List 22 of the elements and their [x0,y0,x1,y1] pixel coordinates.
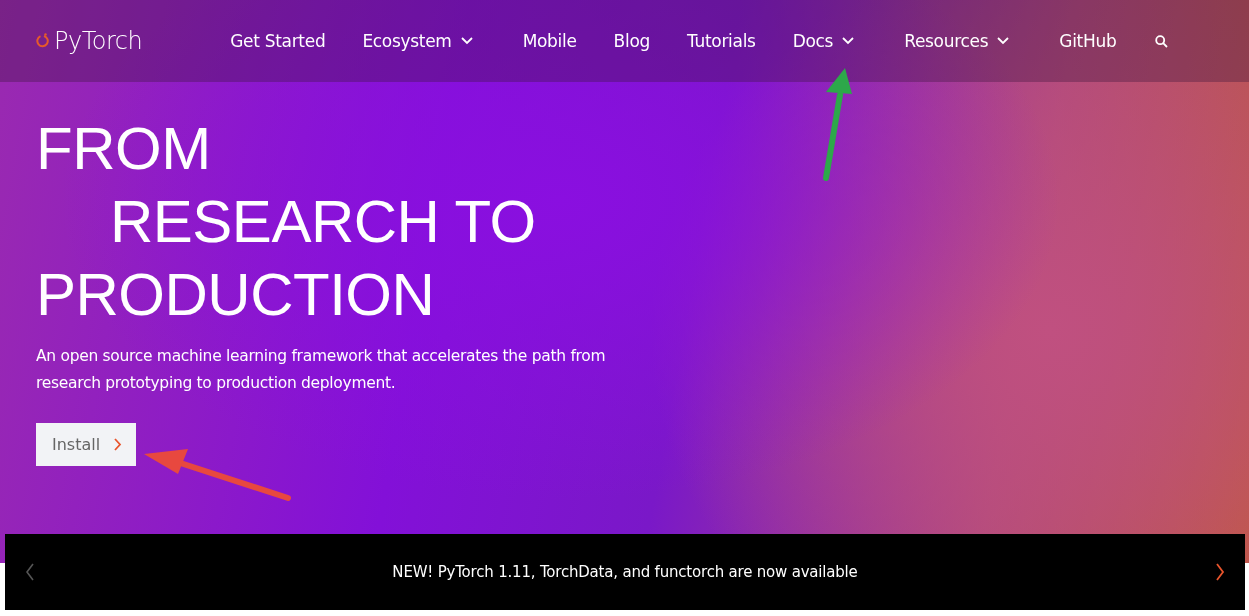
caret-icon [460,37,473,45]
hero-description: An open source machine learning framework that accelerates the path from research prototyping to production deployment. [36,346,607,394]
search-icon[interactable] [1155,34,1169,48]
headline-line: FROM [36,114,212,184]
next-chevron-icon[interactable] [1215,563,1225,581]
caret-icon [997,37,1010,45]
announcement-text[interactable]: NEW! PyTorch 1.11, TorchData, and functorch are now available [392,563,858,581]
nav-link[interactable]: Get Started [230,31,326,51]
flame-icon [36,32,49,50]
chevron-icon [114,438,123,451]
nav-link[interactable]: GitHub [1059,31,1117,51]
nav-link[interactable]: Mobile [522,31,577,51]
nav-link[interactable]: Blog [613,31,650,51]
headline-line: RESEARCH TO [109,187,537,257]
nav-link[interactable]: Tutorials [687,31,756,51]
nav-link[interactable]: Docs [792,31,855,51]
caret-icon [842,37,855,45]
nav-link[interactable]: Ecosystem [362,31,473,51]
nav-link[interactable]: Resources [904,31,1010,51]
logo[interactable]: PyTorch [36,27,143,55]
headline-line: PRODUCTION [36,260,436,330]
install-button[interactable]: Install [36,423,137,466]
